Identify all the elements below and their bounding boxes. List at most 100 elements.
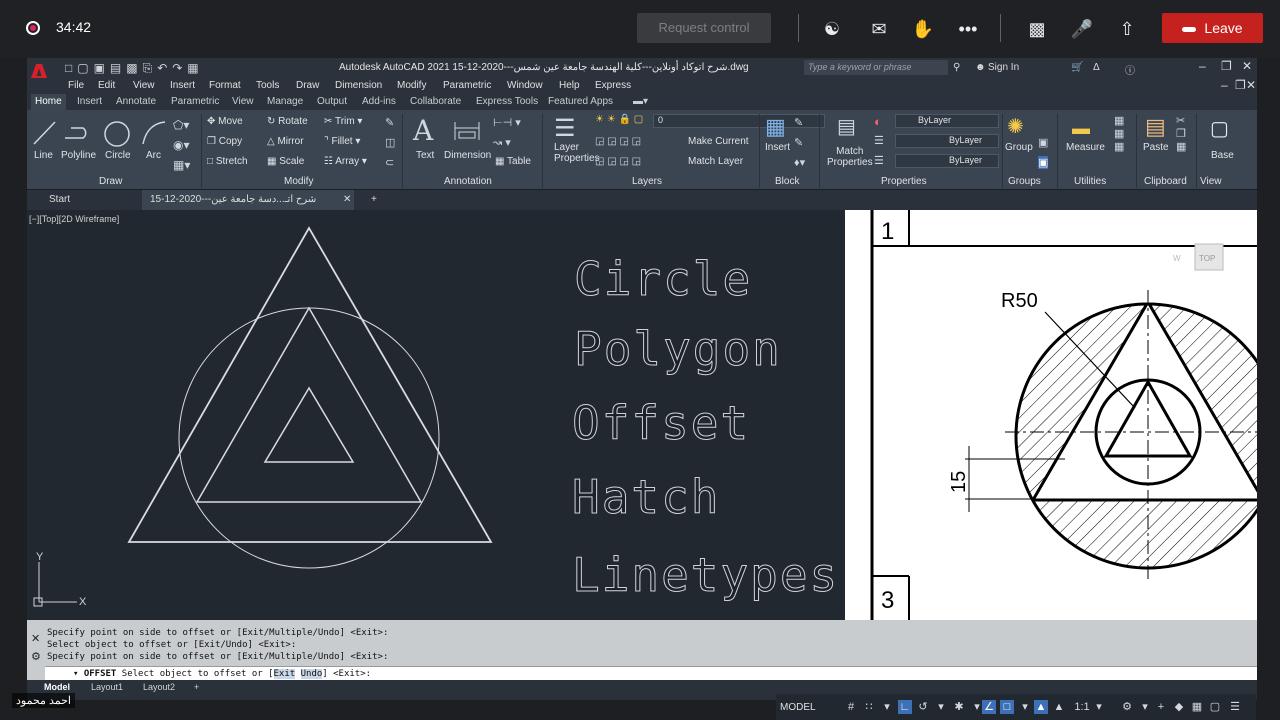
scale-menu-icon[interactable]: ▾ — [1092, 700, 1106, 714]
panel-view[interactable]: View — [1200, 176, 1222, 187]
add-layout-icon[interactable]: + — [194, 682, 199, 692]
menu-help[interactable]: Help — [559, 80, 580, 91]
dimension-icon[interactable] — [453, 118, 481, 144]
scale-tool[interactable]: ▦ Scale — [267, 156, 304, 167]
rectangle-icon[interactable]: ⬠▾ — [173, 118, 189, 132]
clean-screen-icon[interactable]: ▢ — [1208, 700, 1222, 714]
workspace-menu-icon[interactable]: ▾ — [1138, 700, 1152, 714]
insert-tool[interactable]: Insert — [765, 142, 790, 153]
workspace-gear-icon[interactable]: ⚙ — [1120, 700, 1134, 714]
match-layer-tool[interactable]: Match Layer — [688, 156, 743, 167]
quick-access-toolbar[interactable]: □▢▣▤▩⎘↶↷▦ — [65, 61, 204, 76]
tab-start[interactable]: Start — [41, 190, 78, 210]
doc-restore-icon[interactable]: ❐ — [1235, 78, 1246, 92]
offset-icon[interactable]: ⊂ — [385, 156, 394, 169]
camera-off-icon[interactable]: ▩ — [1025, 17, 1049, 41]
menu-file[interactable]: File — [68, 80, 84, 91]
request-control-button[interactable]: Request control — [637, 13, 771, 43]
isolate-icon[interactable]: ◆ — [1172, 700, 1186, 714]
menu-express[interactable]: Express — [595, 80, 631, 91]
customize-icon[interactable]: ☰ — [1228, 700, 1242, 714]
layer-properties-tool[interactable]: Layer Properties — [554, 142, 600, 164]
tab-add-ins[interactable]: Add-ins — [362, 96, 396, 107]
exchange-icon[interactable]: Δ — [1093, 62, 1100, 73]
drawing-viewport[interactable]: [−][Top][2D Wireframe] X Y Circle Polygo… — [27, 210, 845, 620]
help-icon[interactable]: ⓘ — [1125, 62, 1135, 77]
panel-block[interactable]: Block — [775, 176, 799, 187]
ungroup-icon[interactable]: ▣ — [1038, 136, 1048, 149]
circle-tool[interactable]: Circle — [105, 150, 131, 161]
search-icon[interactable]: ⚲ — [953, 62, 960, 73]
trim-tool[interactable]: ✂ Trim ▾ — [324, 116, 362, 127]
restore-icon[interactable]: ❐ — [1221, 59, 1232, 73]
menu-draw[interactable]: Draw — [296, 80, 319, 91]
erase-icon[interactable]: ✎ — [385, 116, 394, 129]
measure-icon[interactable]: ▬ — [1072, 118, 1090, 139]
panel-properties[interactable]: Properties — [881, 176, 927, 187]
arc-tool[interactable]: Arc — [146, 150, 161, 161]
chat-icon[interactable]: ✉ — [867, 17, 891, 41]
text-icon[interactable]: A — [413, 114, 433, 147]
menu-tools[interactable]: Tools — [256, 80, 279, 91]
tab-layout2[interactable]: Layout2 — [143, 682, 175, 692]
hardware-accel-icon[interactable]: ▦ — [1190, 700, 1204, 714]
raise-hand-icon[interactable]: ✋ — [911, 17, 935, 41]
prompt-undo-option[interactable]: Undo — [300, 669, 323, 679]
paste-icon[interactable]: ▤ — [1145, 114, 1166, 140]
tab-model[interactable]: Model — [44, 682, 70, 692]
osnap-menu-icon[interactable]: ▾ — [1018, 700, 1032, 714]
explode-icon[interactable]: ◫ — [385, 136, 395, 149]
object-snap-tracking-icon[interactable]: ∠ — [982, 700, 996, 714]
menu-dimension[interactable]: Dimension — [335, 80, 382, 91]
layer-tools-icons[interactable]: ◲ ◲ ◲ ◲ — [595, 136, 641, 147]
search-input[interactable]: Type a keyword or phrase — [804, 60, 948, 75]
measure-tool[interactable]: Measure — [1066, 142, 1105, 153]
copy-tool[interactable]: ❐ Copy — [207, 136, 242, 147]
command-input[interactable]: ▾ OFFSET Select object to offset or [Exi… — [45, 666, 1257, 680]
insert-block-icon[interactable]: ▦ — [765, 114, 786, 140]
doc-minimize-icon[interactable]: – — [1221, 78, 1228, 92]
rotate-tool[interactable]: ↻ Rotate — [267, 116, 308, 127]
tab-collaborate[interactable]: Collaborate — [410, 96, 461, 107]
hatch-icon[interactable]: ◉▾ — [173, 138, 190, 152]
polar-menu-icon[interactable]: ▾ — [934, 700, 948, 714]
table-tool[interactable]: ▦ Table — [495, 156, 531, 167]
utilities-icons[interactable]: ▦ ▦ ▦ — [1114, 114, 1124, 153]
match-properties-tool[interactable]: Match Properties — [827, 146, 873, 168]
lineweight-dropdown[interactable]: ByLayer — [895, 154, 999, 168]
new-tab-icon[interactable]: + — [363, 190, 385, 210]
lineweight-icon[interactable]: ☰ — [874, 134, 884, 147]
array-tool[interactable]: ☷ Array ▾ — [324, 156, 367, 167]
panel-modify[interactable]: Modify — [284, 176, 313, 187]
block-attr-icon[interactable]: ♦▾ — [794, 156, 805, 169]
block-create-icon[interactable]: ✎ — [794, 116, 803, 129]
tab-express-tools[interactable]: Express Tools — [476, 96, 538, 107]
menu-window[interactable]: Window — [507, 80, 543, 91]
boundary-icon[interactable]: ▦▾ — [173, 158, 190, 172]
doc-close-icon[interactable]: ✕ — [1246, 78, 1256, 92]
panel-draw[interactable]: Draw — [99, 176, 122, 187]
base-tool[interactable]: Base — [1211, 150, 1234, 161]
mirror-tool[interactable]: △ Mirror — [267, 136, 304, 147]
ortho-icon[interactable]: ∟ — [898, 700, 912, 714]
menu-insert[interactable]: Insert — [170, 80, 195, 91]
mic-off-icon[interactable]: 🎤 — [1070, 17, 1094, 41]
menu-modify[interactable]: Modify — [397, 80, 426, 91]
command-close-icon[interactable]: ✕ — [31, 632, 40, 645]
tab-featured-apps[interactable]: Featured Apps — [548, 96, 613, 107]
panel-groups[interactable]: Groups — [1008, 176, 1041, 187]
ribbon-toggle-icon[interactable]: ▬▾ — [633, 96, 648, 107]
tab-insert[interactable]: Insert — [77, 96, 102, 107]
tab-view[interactable]: View — [232, 96, 254, 107]
command-customize-icon[interactable]: ⚙ — [31, 650, 41, 663]
menu-view[interactable]: View — [133, 80, 155, 91]
group-tool[interactable]: Group — [1005, 142, 1033, 153]
tab-output[interactable]: Output — [317, 96, 347, 107]
grid-icon[interactable]: # — [844, 700, 858, 714]
clipboard-icons[interactable]: ✂ ❐ ▦ — [1176, 114, 1186, 153]
tab-drawing-close-icon[interactable]: ✕ — [335, 190, 359, 210]
cart-icon[interactable]: 🛒 — [1071, 62, 1083, 73]
people-icon[interactable]: ☯ — [820, 17, 844, 41]
object-snap-icon[interactable]: □ — [1000, 700, 1014, 714]
snap-icon[interactable]: ∷ — [862, 700, 876, 714]
